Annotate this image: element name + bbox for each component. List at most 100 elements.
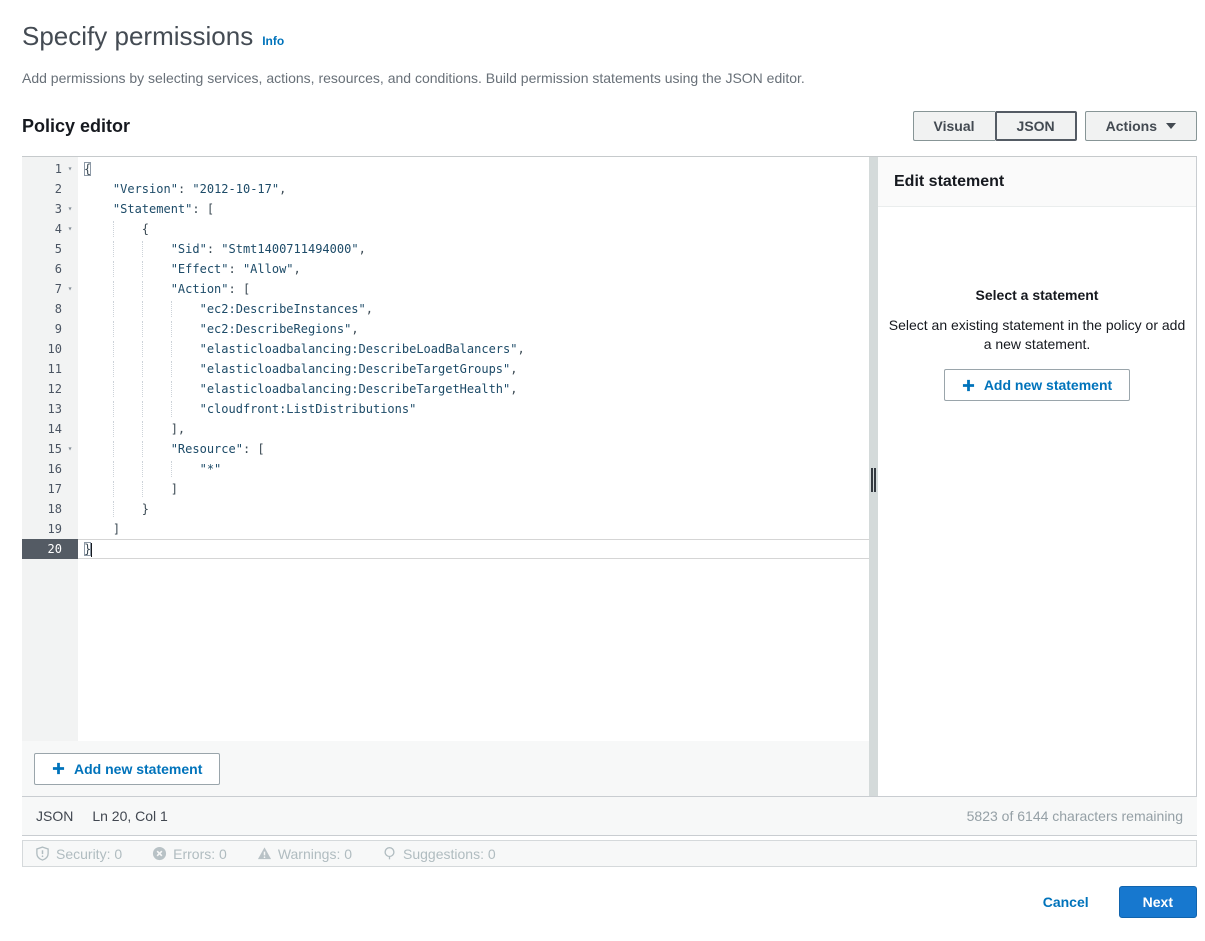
page-subtitle: Add permissions by selecting services, a… [22, 69, 1197, 87]
resize-handle-icon[interactable] [871, 468, 876, 492]
add-new-statement-button-editor[interactable]: Add new statement [34, 753, 220, 785]
gutter-line-17[interactable]: 17 [22, 479, 78, 499]
code-line-1[interactable]: 1▾{ [22, 159, 869, 179]
empty-state-body: Select an existing statement in the poli… [884, 316, 1190, 354]
code-line-17[interactable]: 17 ] [22, 479, 869, 499]
code-line-text[interactable]: "ec2:DescribeRegions", [78, 319, 869, 339]
code-line-6[interactable]: 6 "Effect": "Allow", [22, 259, 869, 279]
code-line-text[interactable]: "elasticloadbalancing:DescribeLoadBalanc… [78, 339, 869, 359]
gutter-line-11[interactable]: 11 [22, 359, 78, 379]
add-new-statement-button-panel[interactable]: Add new statement [944, 369, 1130, 401]
gutter-line-5[interactable]: 5 [22, 239, 78, 259]
code-token: "Stmt1400711494000" [221, 242, 358, 256]
code-line-text[interactable]: "Effect": "Allow", [78, 259, 869, 279]
code-line-4[interactable]: 4▾ { [22, 219, 869, 239]
code-line-11[interactable]: 11 "elasticloadbalancing:DescribeTargetG… [22, 359, 869, 379]
code-line-8[interactable]: 8 "ec2:DescribeInstances", [22, 299, 869, 319]
gutter-line-12[interactable]: 12 [22, 379, 78, 399]
indent-guide [113, 381, 114, 397]
json-editor[interactable]: 1▾{2 "Version": "2012-10-17",3▾ "Stateme… [22, 157, 869, 796]
suggestions-item[interactable]: Suggestions: 0 [382, 846, 496, 862]
code-line-7[interactable]: 7▾ "Action": [ [22, 279, 869, 299]
gutter-line-20[interactable]: 20 [22, 539, 78, 559]
code-line-15[interactable]: 15▾ "Resource": [ [22, 439, 869, 459]
code-line-text[interactable]: "elasticloadbalancing:DescribeTargetGrou… [78, 359, 869, 379]
gutter-line-7[interactable]: 7▾ [22, 279, 78, 299]
code-line-3[interactable]: 3▾ "Statement": [ [22, 199, 869, 219]
code-line-text[interactable]: "elasticloadbalancing:DescribeTargetHeal… [78, 379, 869, 399]
code-line-2[interactable]: 2 "Version": "2012-10-17", [22, 179, 869, 199]
code-line-text[interactable]: ] [78, 479, 869, 499]
line-number: 14 [48, 419, 62, 439]
code-token: "Version" [113, 182, 178, 196]
add-new-statement-label: Add new statement [74, 761, 202, 777]
code-line-text[interactable]: "Version": "2012-10-17", [78, 179, 869, 199]
gutter-line-14[interactable]: 14 [22, 419, 78, 439]
code-line-text[interactable]: { [78, 219, 869, 239]
gutter-line-19[interactable]: 19 [22, 519, 78, 539]
code-line-text[interactable]: "Resource": [ [78, 439, 869, 459]
code-token: "Statement" [113, 202, 192, 216]
code-line-text[interactable]: "Sid": "Stmt1400711494000", [78, 239, 869, 259]
code-line-19[interactable]: 19 ] [22, 519, 869, 539]
panel-resize-divider[interactable] [869, 157, 878, 796]
cursor-position-label: Ln 20, Col 1 [92, 808, 168, 824]
warnings-item[interactable]: Warnings: 0 [257, 846, 352, 862]
code-line-12[interactable]: 12 "elasticloadbalancing:DescribeTargetH… [22, 379, 869, 399]
fold-toggle-icon[interactable]: ▾ [62, 279, 78, 299]
indent-guide [113, 461, 114, 477]
gutter-line-1[interactable]: 1▾ [22, 159, 78, 179]
gutter-line-13[interactable]: 13 [22, 399, 78, 419]
errors-item[interactable]: Errors: 0 [152, 846, 227, 862]
gutter-line-2[interactable]: 2 [22, 179, 78, 199]
gutter-line-15[interactable]: 15▾ [22, 439, 78, 459]
fold-toggle-icon[interactable]: ▾ [62, 199, 78, 219]
code-line-text[interactable]: "ec2:DescribeInstances", [78, 299, 869, 319]
security-findings-item[interactable]: Security: 0 [35, 846, 122, 862]
line-number: 6 [55, 259, 62, 279]
code-line-text[interactable]: } [78, 539, 869, 559]
gutter-line-9[interactable]: 9 [22, 319, 78, 339]
code-line-text[interactable]: } [78, 499, 869, 519]
code-line-16[interactable]: 16 "*" [22, 459, 869, 479]
gutter-line-16[interactable]: 16 [22, 459, 78, 479]
gutter-line-3[interactable]: 3▾ [22, 199, 78, 219]
code-line-5[interactable]: 5 "Sid": "Stmt1400711494000", [22, 239, 869, 259]
code-line-text[interactable]: ], [78, 419, 869, 439]
visual-tab-button[interactable]: Visual [913, 111, 995, 141]
code-token: , [366, 302, 373, 316]
code-lines[interactable]: 1▾{2 "Version": "2012-10-17",3▾ "Stateme… [22, 157, 869, 741]
json-tab-button[interactable]: JSON [995, 111, 1077, 141]
gutter-line-10[interactable]: 10 [22, 339, 78, 359]
security-findings-label: Security: 0 [56, 846, 122, 862]
code-line-14[interactable]: 14 ], [22, 419, 869, 439]
code-line-text[interactable]: "Statement": [ [78, 199, 869, 219]
fold-toggle-icon[interactable]: ▾ [62, 159, 78, 179]
line-number: 17 [48, 479, 62, 499]
next-button[interactable]: Next [1119, 886, 1197, 918]
gutter-line-8[interactable]: 8 [22, 299, 78, 319]
indent-guide [113, 241, 114, 257]
code-token [84, 282, 171, 296]
code-line-text[interactable]: { [78, 159, 869, 179]
gutter-line-6[interactable]: 6 [22, 259, 78, 279]
code-line-18[interactable]: 18 } [22, 499, 869, 519]
cancel-button[interactable]: Cancel [1043, 894, 1089, 910]
fold-toggle-icon[interactable]: ▾ [62, 219, 78, 239]
line-number: 5 [55, 239, 62, 259]
gutter-line-4[interactable]: 4▾ [22, 219, 78, 239]
line-number: 1 [55, 159, 62, 179]
code-line-9[interactable]: 9 "ec2:DescribeRegions", [22, 319, 869, 339]
fold-toggle-icon[interactable]: ▾ [62, 439, 78, 459]
code-line-13[interactable]: 13 "cloudfront:ListDistributions" [22, 399, 869, 419]
code-line-text[interactable]: ] [78, 519, 869, 539]
code-line-20[interactable]: 20} [22, 539, 869, 559]
code-line-10[interactable]: 10 "elasticloadbalancing:DescribeLoadBal… [22, 339, 869, 359]
actions-dropdown-button[interactable]: Actions [1085, 111, 1197, 141]
line-number: 7 [55, 279, 62, 299]
code-line-text[interactable]: "*" [78, 459, 869, 479]
gutter-line-18[interactable]: 18 [22, 499, 78, 519]
code-line-text[interactable]: "cloudfront:ListDistributions" [78, 399, 869, 419]
code-line-text[interactable]: "Action": [ [78, 279, 869, 299]
info-link[interactable]: Info [262, 34, 284, 48]
